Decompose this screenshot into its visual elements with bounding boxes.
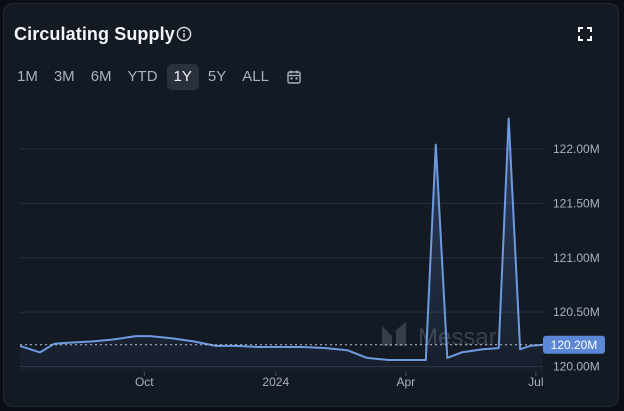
y-tick-label: 121.00M xyxy=(553,251,600,265)
x-tick-label: 2024 xyxy=(262,375,289,389)
y-tick-label: 120.00M xyxy=(553,360,600,374)
x-axis: Oct 2024 Apr Jul xyxy=(135,372,544,389)
y-tick-label: 122.00M xyxy=(553,142,600,156)
x-tick-label: Apr xyxy=(396,375,415,389)
x-tick-label: Jul xyxy=(528,375,543,389)
x-tick-label: Oct xyxy=(135,375,154,389)
current-value-label: 120.20M xyxy=(551,338,598,352)
y-tick-label: 120.50M xyxy=(553,305,600,319)
current-value-badge: 120.20M xyxy=(543,335,605,354)
messari-logo-icon xyxy=(382,322,406,346)
supply-chart: Oct 2024 Apr Jul 120.00M 120.50M 121.00M 121.5… xyxy=(19,117,605,389)
y-tick-label: 121.50M xyxy=(553,196,600,210)
